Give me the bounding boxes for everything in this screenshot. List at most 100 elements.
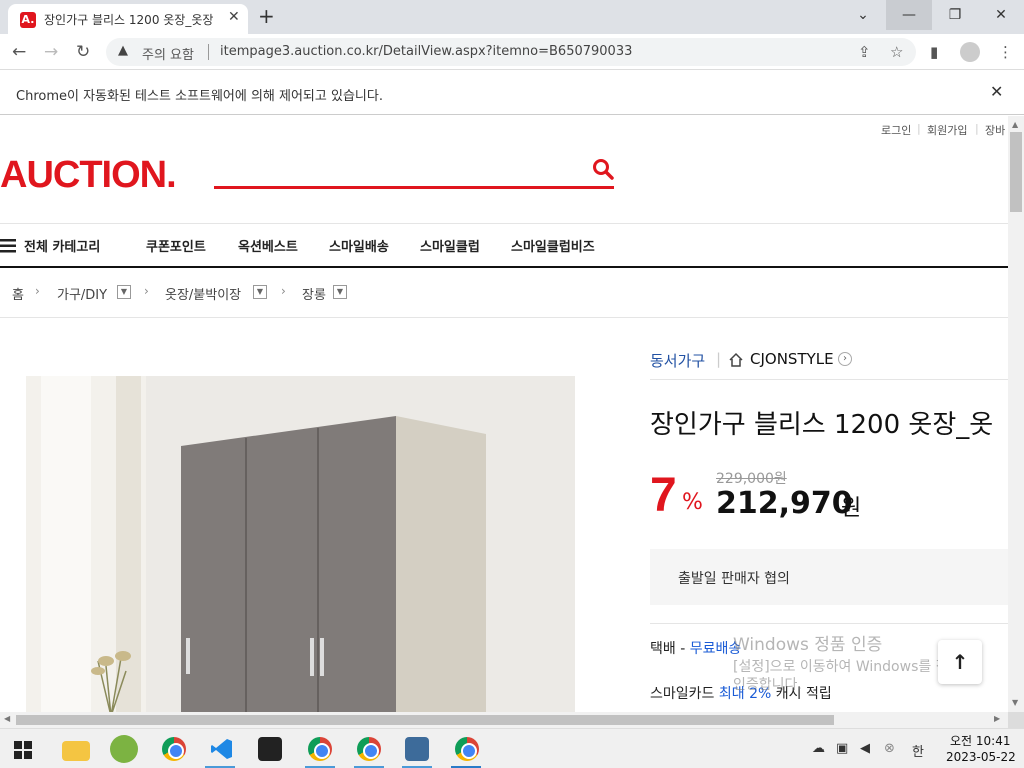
product-title: 장인가구 블리스 1200 옷장_옷: [650, 410, 994, 440]
infobar-message: Chrome이 자동화된 테스트 소프트웨어에 의해 제어되고 있습니다.: [16, 89, 383, 104]
login-link[interactable]: 로그인: [881, 122, 911, 138]
nav-all-categories[interactable]: 전체 카테고리: [24, 236, 100, 255]
breadcrumb: 홈 › 가구/DIY ▼ › 옷장/붙박이장 ▼ › 장롱 ▼: [0, 270, 1008, 318]
info-divider: [650, 623, 1008, 624]
window-close-icon[interactable]: ✕: [978, 0, 1024, 30]
scroll-down-icon[interactable]: ▼: [1012, 698, 1018, 707]
card-label: 스마일카드: [650, 686, 719, 702]
volume-muted-icon[interactable]: ◀: [860, 741, 870, 756]
side-panel-icon[interactable]: ▮: [930, 43, 938, 61]
security-label[interactable]: 주의 요함: [142, 44, 194, 63]
hamburger-icon[interactable]: [0, 239, 16, 253]
back-icon[interactable]: ←: [12, 42, 26, 62]
bookmark-star-icon[interactable]: ☆: [890, 43, 903, 61]
breadcrumb-level-3[interactable]: 장롱: [302, 284, 326, 303]
chevron-down-icon[interactable]: ▼: [333, 285, 347, 299]
store-home-icon: [729, 352, 743, 367]
product-image[interactable]: [26, 376, 575, 712]
auction-logo[interactable]: AUCTION.: [0, 154, 177, 197]
menu-icon[interactable]: ⋮: [998, 43, 1013, 61]
shipping-info-box: 출발일 판매자 협의: [650, 549, 1008, 605]
link-divider: |: [975, 122, 979, 135]
vscode-icon[interactable]: [210, 737, 234, 761]
clock-time[interactable]: 오전 10:41: [950, 732, 1010, 749]
chrome-window-icon[interactable]: [455, 737, 479, 761]
new-tab-icon[interactable]: +: [258, 4, 275, 28]
tab-close-icon[interactable]: ✕: [228, 9, 240, 25]
delivery-row: 택배 - 무료배송: [650, 638, 741, 658]
scroll-up-icon[interactable]: ▲: [1012, 120, 1018, 129]
auction-favicon-icon: A.: [20, 12, 36, 28]
ime-indicator[interactable]: 한: [912, 741, 924, 760]
onedrive-icon[interactable]: ☁: [812, 741, 825, 756]
address-bar[interactable]: ▲ 주의 요함 itempage3.auction.co.kr/DetailVi…: [106, 38, 916, 66]
shipping-info-text: 출발일 판매자 협의: [678, 571, 790, 587]
automation-infobar: Chrome이 자동화된 테스트 소프트웨어에 의해 제어되고 있습니다. ✕: [0, 71, 1024, 115]
chevron-right-icon: ›: [281, 284, 286, 298]
restore-icon[interactable]: ❐: [932, 0, 978, 30]
network-icon[interactable]: ▣: [836, 741, 848, 756]
breadcrumb-home[interactable]: 홈: [12, 284, 24, 303]
profile-avatar[interactable]: [960, 42, 980, 62]
discount-rate: 7: [650, 469, 677, 522]
seller-name[interactable]: 동서가구: [650, 350, 705, 371]
sale-price: 212,970: [716, 486, 853, 521]
tab-strip: A. 장인가구 블리스 1200 옷장_옷장 ✕ + ⌄ — ❐ ✕: [0, 0, 1024, 34]
chevron-right-icon: ›: [144, 284, 149, 298]
browser-toolbar: ← → ↻ ▲ 주의 요함 itempage3.auction.co.kr/De…: [0, 34, 1024, 70]
vertical-scrollbar[interactable]: ▲ ▼: [1008, 116, 1024, 712]
chrome-window-icon[interactable]: [357, 737, 381, 761]
horizontal-scroll-thumb[interactable]: [16, 715, 834, 725]
clock-date[interactable]: 2023-05-22: [946, 750, 1016, 764]
chevron-right-icon: ›: [35, 284, 40, 298]
minimize-icon[interactable]: —: [886, 0, 932, 30]
warning-icon[interactable]: ▲: [118, 43, 128, 58]
vertical-scroll-thumb[interactable]: [1010, 132, 1022, 212]
reload-icon[interactable]: ↻: [76, 42, 90, 62]
infobar-close-icon[interactable]: ✕: [990, 82, 1003, 101]
search-icon[interactable]: [592, 158, 614, 180]
search-input[interactable]: [214, 186, 614, 189]
scrollbar-corner: [1008, 712, 1024, 728]
scroll-right-icon[interactable]: ▶: [994, 714, 1000, 723]
breadcrumb-level-1[interactable]: 가구/DIY: [57, 284, 107, 303]
maps-app-icon[interactable]: [110, 735, 138, 763]
nav-smile-club[interactable]: 스마일클럽: [420, 236, 480, 255]
page-content: 로그인 | 회원가입 | 장바 AUCTION. 전체 카테고리 쿠폰포인트 옥…: [0, 116, 1008, 712]
forward-icon[interactable]: →: [44, 42, 58, 62]
seller-divider: |: [716, 350, 722, 368]
windows-activation-watermark-line3: 인증합니다.: [733, 677, 802, 693]
seller-divider-line: [650, 379, 1008, 380]
python-app-icon[interactable]: [405, 737, 429, 761]
share-icon[interactable]: ⇪: [858, 43, 871, 61]
nav-smile-club-biz[interactable]: 스마일클럽비즈: [511, 236, 595, 255]
windows-activation-watermark-line2: [설정]으로 이동하여 Windows를 정품: [733, 659, 962, 675]
link-divider: |: [917, 122, 921, 135]
signup-link[interactable]: 회원가입: [927, 122, 967, 138]
breadcrumb-level-2[interactable]: 옷장/붙박이장: [165, 284, 241, 303]
nav-coupon-point[interactable]: 쿠폰포인트: [146, 236, 206, 255]
store-name[interactable]: CJONSTYLE: [750, 350, 834, 368]
discount-unit: %: [682, 490, 703, 515]
nav-auction-best[interactable]: 옥션베스트: [238, 236, 298, 255]
tab-search-icon[interactable]: ⌄: [840, 0, 886, 30]
windows-start-icon[interactable]: [14, 741, 32, 759]
chrome-window-icon[interactable]: [308, 737, 332, 761]
active-tab[interactable]: A. 장인가구 블리스 1200 옷장_옷장 ✕: [8, 4, 248, 34]
chevron-down-icon[interactable]: ▼: [253, 285, 267, 299]
cart-link[interactable]: 장바: [985, 122, 1005, 138]
nav-smile-delivery[interactable]: 스마일배송: [329, 236, 389, 255]
horizontal-scrollbar[interactable]: ◀ ▶: [0, 712, 1008, 728]
chevron-down-icon[interactable]: ▼: [117, 285, 131, 299]
chevron-right-icon[interactable]: ›: [838, 352, 852, 366]
omnibox-divider: [208, 44, 209, 60]
original-price: 229,000원: [716, 471, 787, 487]
file-explorer-icon[interactable]: [62, 741, 90, 761]
tab-title: 장인가구 블리스 1200 옷장_옷장: [44, 13, 214, 27]
sticky-app-icon[interactable]: [258, 737, 282, 761]
scroll-left-icon[interactable]: ◀: [4, 714, 10, 723]
url-text[interactable]: itempage3.auction.co.kr/DetailView.aspx?…: [220, 44, 632, 59]
notification-icon[interactable]: ⊗: [884, 741, 895, 756]
chrome-icon[interactable]: [162, 737, 186, 761]
scroll-to-top-button[interactable]: ↑: [938, 640, 982, 684]
